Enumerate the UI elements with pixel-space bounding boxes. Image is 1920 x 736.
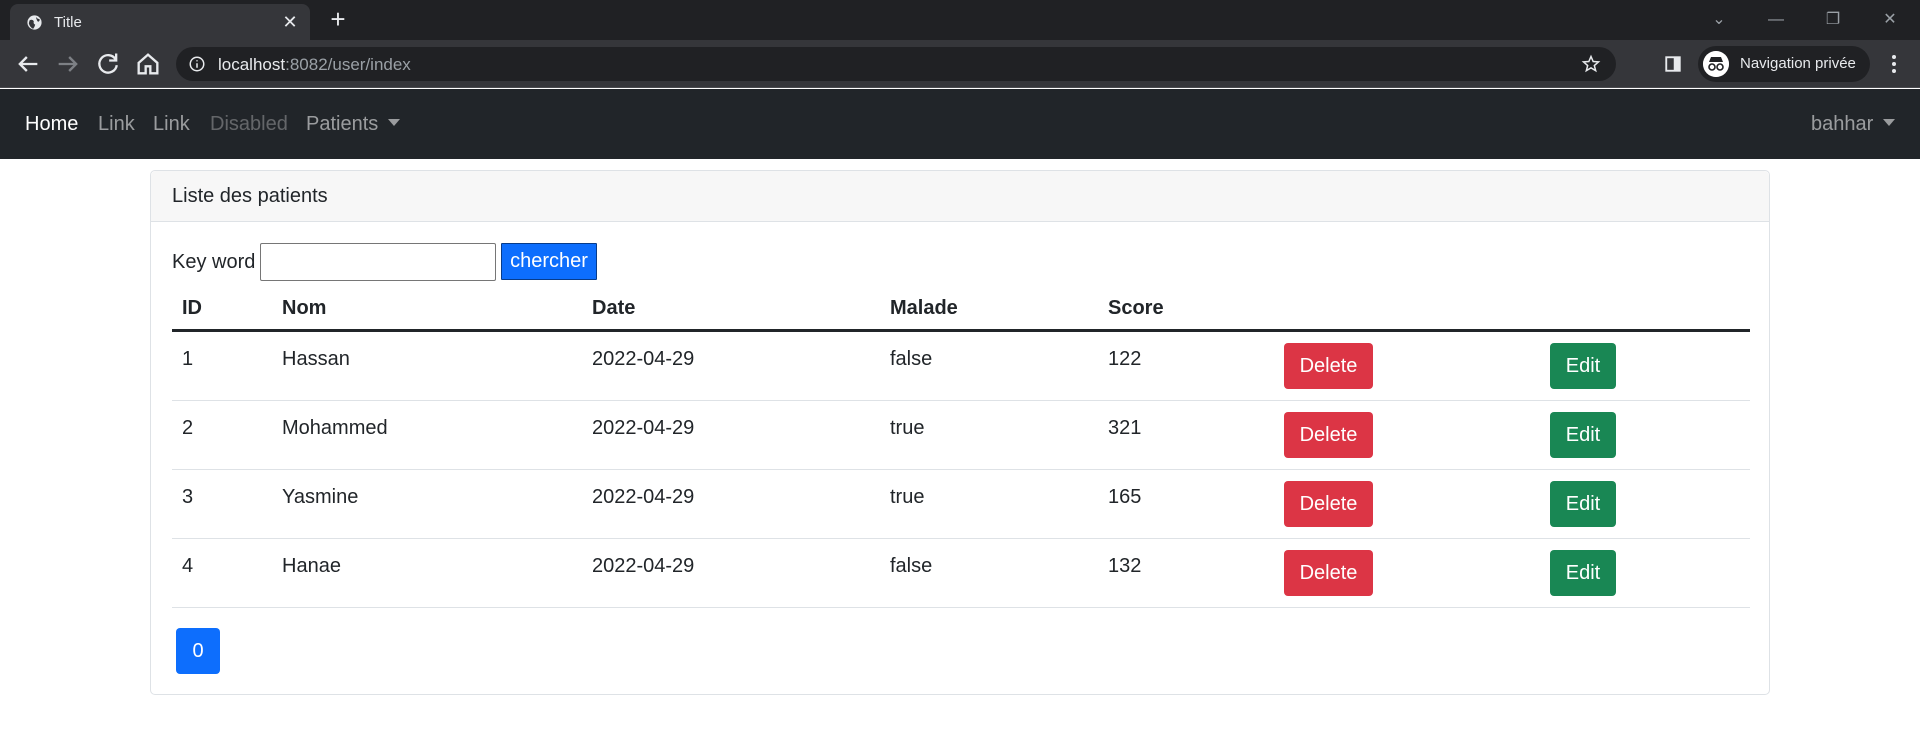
cell-nom: Yasmine: [282, 486, 359, 508]
side-panel-icon[interactable]: [1664, 55, 1682, 73]
bookmark-star-icon[interactable]: [1581, 54, 1601, 74]
cell-date: 2022-04-29: [592, 348, 695, 370]
incognito-profile-button[interactable]: Navigation privée: [1698, 46, 1870, 82]
tab-title: Title: [54, 14, 82, 31]
restore-icon[interactable]: ❐: [1820, 8, 1846, 32]
cell-malade: true: [890, 417, 925, 439]
forward-arrow-icon[interactable]: [54, 50, 82, 78]
table-row: 2 Mohammed 2022-04-29 true 321 Delete Ed…: [172, 401, 1750, 470]
cell-id: 2: [182, 417, 194, 439]
minimize-icon[interactable]: —: [1763, 8, 1789, 32]
cell-id: 3: [182, 486, 194, 508]
table-row: 3 Yasmine 2022-04-29 true 165 Delete Edi…: [172, 470, 1750, 539]
browser-tab[interactable]: Title ✕: [10, 4, 310, 40]
url-text[interactable]: localhost:8082/user/index: [218, 55, 411, 75]
cell-score: 122: [1108, 348, 1142, 370]
header-score: Score: [1108, 297, 1164, 319]
delete-button[interactable]: Delete: [1284, 343, 1373, 389]
table-row: 1 Hassan 2022-04-29 false 122 Delete Edi…: [172, 332, 1750, 401]
address-bar[interactable]: localhost:8082/user/index: [176, 47, 1616, 81]
header-malade: Malade: [890, 297, 958, 319]
browser-toolbar: localhost:8082/user/index Navigation pri…: [0, 40, 1920, 88]
info-icon[interactable]: [188, 55, 206, 73]
cell-date: 2022-04-29: [592, 486, 695, 508]
window-close-icon[interactable]: ✕: [1877, 8, 1903, 32]
nav-home[interactable]: Home: [25, 113, 78, 136]
globe-icon: [27, 15, 42, 30]
incognito-label: Navigation privée: [1740, 55, 1856, 72]
nav-link-1[interactable]: Link: [98, 113, 135, 136]
cell-malade: false: [890, 348, 933, 370]
url-host: localhost: [218, 55, 286, 74]
cell-date: 2022-04-29: [592, 417, 695, 439]
incognito-icon: [1703, 51, 1729, 77]
search-button[interactable]: chercher: [501, 243, 597, 280]
card-title: Liste des patients: [172, 185, 328, 207]
search-input[interactable]: [260, 243, 496, 281]
delete-button[interactable]: Delete: [1284, 550, 1373, 596]
caret-down-icon: [388, 119, 401, 126]
patients-card: Liste des patients Key word chercher ID …: [150, 170, 1770, 695]
header-nom: Nom: [282, 297, 327, 319]
header-date: Date: [592, 297, 636, 319]
cell-nom: Hassan: [282, 348, 350, 370]
reload-icon[interactable]: [94, 50, 122, 78]
nav-patients-label: Patients: [306, 113, 379, 135]
cell-malade: false: [890, 555, 933, 577]
nav-disabled: Disabled: [210, 113, 288, 135]
nav-patients-dropdown[interactable]: Patients: [306, 113, 401, 136]
more-menu-icon[interactable]: [1884, 52, 1904, 76]
delete-button[interactable]: Delete: [1284, 412, 1373, 458]
cell-malade: true: [890, 486, 925, 508]
nav-link-2[interactable]: Link: [153, 113, 190, 136]
close-tab-icon[interactable]: ✕: [280, 12, 300, 32]
cell-id: 1: [182, 348, 194, 370]
patients-table: ID Nom Date Malade Score 1 Hassan 2022-0…: [172, 289, 1750, 608]
search-label: Key word: [172, 251, 256, 273]
edit-button[interactable]: Edit: [1550, 550, 1616, 596]
home-icon[interactable]: [134, 50, 162, 78]
pagination-page-button[interactable]: 0: [176, 628, 220, 674]
new-tab-icon[interactable]: +: [326, 6, 350, 32]
app-navbar: Home Link Link Disabled Patients bahhar: [0, 89, 1920, 159]
user-name: bahhar: [1811, 113, 1874, 135]
cell-nom: Hanae: [282, 555, 341, 577]
cell-nom: Mohammed: [282, 417, 388, 439]
cell-score: 321: [1108, 417, 1142, 439]
table-row: 4 Hanae 2022-04-29 false 132 Delete Edit: [172, 539, 1750, 608]
edit-button[interactable]: Edit: [1550, 343, 1616, 389]
cell-score: 132: [1108, 555, 1142, 577]
table-header: ID Nom Date Malade Score: [172, 289, 1750, 332]
back-arrow-icon[interactable]: [14, 50, 42, 78]
edit-button[interactable]: Edit: [1550, 412, 1616, 458]
cell-date: 2022-04-29: [592, 555, 695, 577]
url-path: :8082/user/index: [285, 55, 411, 74]
delete-button[interactable]: Delete: [1284, 481, 1373, 527]
header-id: ID: [182, 297, 202, 319]
tab-search-chevron-icon[interactable]: ⌄: [1706, 8, 1732, 32]
cell-id: 4: [182, 555, 194, 577]
cell-score: 165: [1108, 486, 1142, 508]
caret-down-icon: [1883, 119, 1896, 126]
browser-tab-strip: Title ✕ + ⌄ — ❐ ✕: [0, 0, 1920, 40]
edit-button[interactable]: Edit: [1550, 481, 1616, 527]
card-header: Liste des patients: [151, 171, 1769, 222]
user-dropdown[interactable]: bahhar: [1811, 113, 1896, 136]
